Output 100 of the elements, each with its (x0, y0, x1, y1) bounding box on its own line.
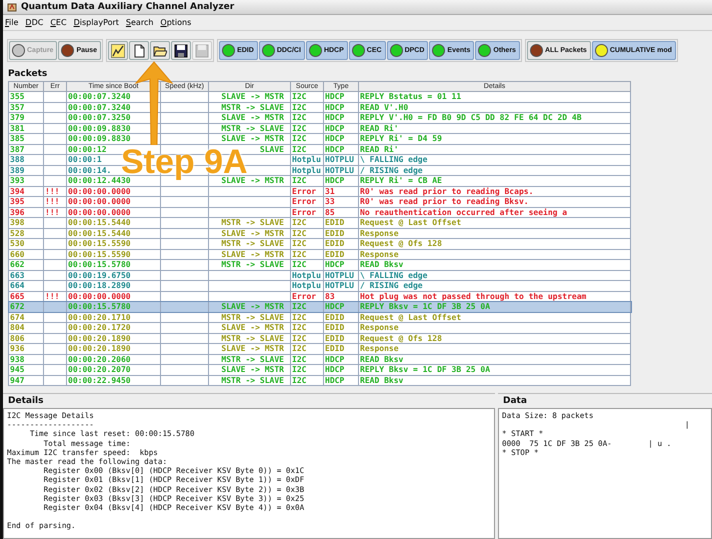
table-cell: !!! (45, 197, 60, 206)
toolbar-icon-button[interactable] (129, 41, 150, 60)
table-cell: 674 (10, 312, 24, 322)
table-cell: HOTPLU (325, 281, 354, 290)
table-cell: !!! (45, 208, 60, 217)
table-cell: / RISING edge (360, 281, 423, 290)
table-cell: Response (360, 344, 399, 354)
table-cell: HDCP (325, 260, 344, 270)
table-cell: Hot plug was not passed through to the upstream (360, 292, 586, 301)
table-cell: 00:00:15.5590 (68, 239, 131, 248)
table-cell: I2C (292, 302, 306, 312)
table-cell: HDCP (325, 365, 344, 374)
table-cell: 00:00:09.8830 (68, 134, 131, 144)
table-cell: 00:00:12 (68, 144, 107, 154)
toolbar-icon-button[interactable] (108, 41, 128, 60)
table-cell: Error (292, 292, 316, 301)
table-cell: 00:00:15.5780 (68, 302, 131, 312)
table-cell: I2C (292, 334, 306, 343)
table-cell: / RISING edge (360, 166, 423, 175)
table-cell: SLAVE -> MSTR (221, 134, 284, 144)
section-title: Details (7, 395, 44, 408)
table-cell: EDID (325, 228, 344, 238)
table-cell: Hotplu (292, 155, 321, 164)
table-cell: MSTR -> SLAVE (221, 334, 284, 343)
menu-item[interactable]: DDC (25, 18, 44, 27)
table-cell: 33 (325, 197, 335, 206)
table-cell: \ FALLING edge (360, 270, 428, 280)
table-cell: EDID (325, 344, 344, 354)
table-cell: R0' was read prior to reading Bksv. (360, 197, 529, 206)
table-cell: \ FALLING edge (360, 155, 428, 164)
table-cell: I2C (292, 113, 306, 122)
menu-item[interactable]: CEC (50, 18, 67, 27)
table-cell: EDID (325, 312, 344, 322)
toolbar-icon-button[interactable] (150, 41, 170, 60)
table-cell: MSTR -> SLAVE (221, 102, 284, 112)
table-cell: 528 (10, 228, 24, 238)
new-file-icon (132, 44, 146, 58)
table-cell: 355 (10, 92, 24, 102)
table-cell: 357 (10, 102, 24, 112)
table-cell: 945 (10, 365, 24, 374)
window-title: Quantum Data Auxiliary Channel Analyzer (21, 2, 234, 12)
table-cell: HDCP (325, 176, 344, 186)
table-cell: HDCP (325, 134, 344, 144)
table-cell: SLAVE -> MSTR (221, 250, 284, 259)
table-cell: I2C (292, 260, 306, 270)
table-cell: MSTR -> SLAVE (221, 239, 284, 248)
table-cell: READ Bksv (360, 354, 404, 364)
table-cell: 387 (10, 144, 24, 154)
table-cell: READ Bksv (360, 376, 404, 385)
table-cell: HDCP (325, 124, 344, 133)
table-cell: HDCP (325, 144, 344, 154)
table-cell: SLAVE -> MSTR (221, 344, 284, 354)
menu-item[interactable]: Options (160, 18, 192, 27)
table-cell: 00:00:19.6750 (68, 270, 131, 280)
table-cell: HDCP (325, 376, 344, 385)
table-cell: 31 (325, 186, 335, 196)
table-cell: 00:00:07.3240 (68, 92, 131, 102)
table-cell: Response (360, 323, 399, 332)
table-cell: 672 (10, 302, 24, 312)
table-cell: 00:00:15.5590 (68, 250, 131, 259)
section-title: Data (502, 395, 528, 408)
table-cell: EDID (325, 239, 344, 248)
table-cell: I2C (292, 124, 306, 133)
table-cell: HDCP (325, 102, 344, 112)
table-cell: READ Bksv (360, 260, 404, 270)
table-cell: I2C (292, 134, 306, 144)
table-cell: Request @ Last Offset (360, 218, 462, 228)
section-title: Packets (7, 68, 48, 81)
table-cell: 398 (10, 218, 24, 228)
toolbar-icon-button[interactable] (171, 41, 192, 60)
table-cell: I2C (292, 218, 306, 228)
table-cell: 00:00:20.2070 (68, 365, 131, 374)
table-cell: 00:00:15.5780 (68, 260, 131, 270)
table-cell: !!! (45, 292, 60, 301)
table-cell: 00:00:07.3250 (68, 113, 131, 122)
table-cell: Request @ Ofs 128 (360, 239, 442, 248)
table-cell: I2C (292, 376, 306, 385)
table-cell: READ Ri' (360, 144, 399, 154)
chart-line-icon (111, 44, 126, 58)
table-cell: 00:00:00.0000 (68, 197, 131, 206)
menu-item[interactable]: Search (126, 18, 154, 27)
table-cell: Hotplu (292, 270, 321, 280)
table-cell: 00:00:00.0000 (68, 186, 131, 196)
table-cell: 393 (10, 176, 24, 186)
table-cell: 389 (10, 166, 24, 175)
table-cell: I2C (292, 250, 306, 259)
table-cell: Error (292, 186, 316, 196)
table-cell: 00:00:22.9450 (68, 376, 131, 385)
menu-item[interactable]: DisplayPort (74, 18, 119, 27)
table-cell: 660 (10, 250, 24, 259)
table-cell: 00:00:18.2890 (68, 281, 131, 290)
table-cell: 00:00:1 (68, 155, 102, 164)
menu-item[interactable]: File (5, 18, 18, 27)
table-cell: MSTR -> SLAVE (221, 312, 284, 322)
table-cell: MSTR -> SLAVE (221, 124, 284, 133)
table-cell: SLAVE -> MSTR (221, 323, 284, 332)
table-cell: I2C (292, 312, 306, 322)
table-cell: 664 (10, 281, 24, 290)
table-cell: READ Ri' (360, 124, 399, 133)
table-cell: 662 (10, 260, 24, 270)
